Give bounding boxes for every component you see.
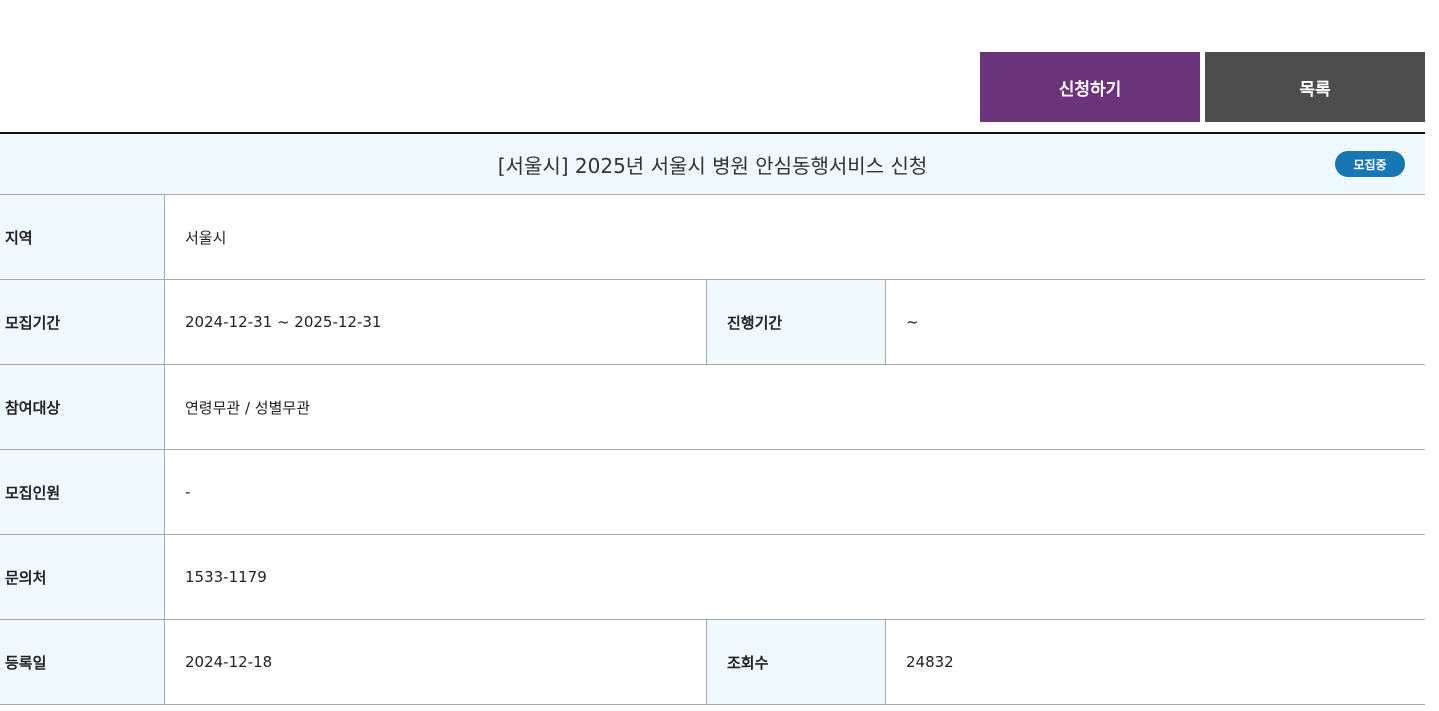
status-badge: 모집중 (1335, 151, 1405, 177)
progress-period-label: 진행기간 (706, 280, 886, 364)
headcount-label: 모집인원 (0, 450, 165, 534)
row-date-views: 등록일 2024-12-18 조회수 24832 (0, 620, 1425, 705)
row-region: 지역 서울시 (0, 195, 1425, 280)
list-button[interactable]: 목록 (1205, 52, 1425, 122)
region-value: 서울시 (185, 228, 227, 247)
row-contact: 문의처 1533-1179 (0, 535, 1425, 620)
row-headcount: 모집인원 - (0, 450, 1425, 535)
contact-label: 문의처 (0, 535, 165, 619)
recruit-period-value: 2024-12-31 ~ 2025-12-31 (185, 313, 382, 331)
reg-date-label: 등록일 (0, 620, 165, 704)
headcount-value: - (185, 483, 191, 501)
views-label: 조회수 (706, 620, 886, 704)
title-row: [서울시] 2025년 서울시 병원 안심동행서비스 신청 모집중 (0, 134, 1425, 195)
contact-value: 1533-1179 (185, 568, 267, 586)
region-label: 지역 (0, 195, 165, 279)
views-value: 24832 (906, 653, 954, 671)
recruit-period-label: 모집기간 (0, 280, 165, 364)
row-period: 모집기간 2024-12-31 ~ 2025-12-31 진행기간 ~ (0, 280, 1425, 365)
progress-period-value: ~ (906, 313, 919, 331)
row-target: 참여대상 연령무관 / 성별무관 (0, 365, 1425, 450)
target-value: 연령무관 / 성별무관 (185, 398, 310, 417)
apply-button[interactable]: 신청하기 (980, 52, 1200, 122)
page-title: [서울시] 2025년 서울시 병원 안심동행서비스 신청 (497, 153, 928, 178)
reg-date-value: 2024-12-18 (185, 653, 273, 671)
target-label: 참여대상 (0, 365, 165, 449)
